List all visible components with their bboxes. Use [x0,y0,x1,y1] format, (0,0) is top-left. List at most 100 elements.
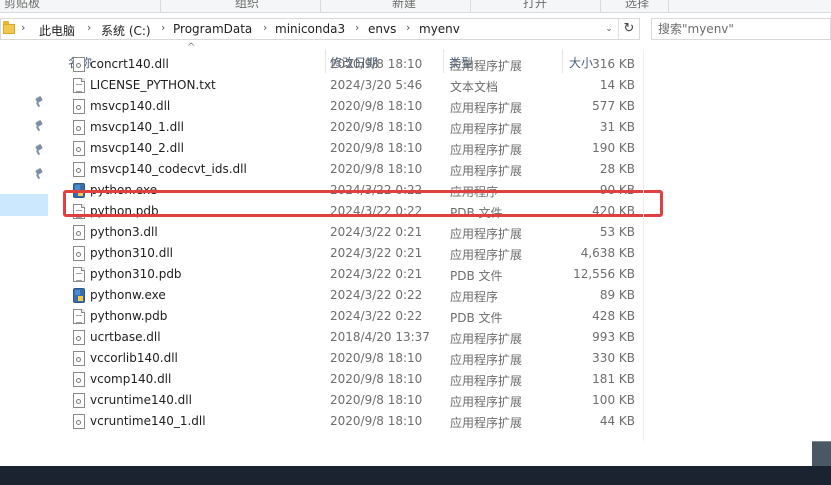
file-size: 89 KB [599,288,635,302]
chevron-right-icon[interactable]: › [406,21,410,34]
file-type: PDB 文件 [450,269,503,283]
file-row[interactable]: LICENSE_PYTHON.txt 2024/3/20 5:46 文本文档 14 K… [60,75,660,96]
file-row[interactable]: pythonw.exe 2024/3/22 0:22 应用程序 89 KB [60,285,660,306]
breadcrumb-programdata[interactable]: ProgramData [173,22,252,36]
file-row[interactable]: msvcp140_codecvt_ids.dll 2020/9/8 18:10 应用… [60,159,660,180]
chevron-right-icon[interactable]: › [161,21,165,34]
thumbnail-preview[interactable] [812,441,831,468]
file-date-modified: 2020/9/8 18:10 [330,372,423,386]
file-name: LICENSE_PYTHON.txt [90,78,216,92]
text-file-icon [73,78,85,93]
file-row[interactable]: pythonw.pdb 2024/3/22 0:22 PDB 文件 428 KB [60,306,660,327]
dll-icon [73,246,85,261]
file-icon [73,267,85,282]
chevron-right-icon[interactable]: › [263,21,267,34]
breadcrumb-envs[interactable]: envs [368,22,396,36]
file-row[interactable]: vcomp140.dll 2020/9/8 18:10 应用程序扩展 181 KB [60,369,660,390]
file-name: python.exe [90,183,158,197]
file-type: 应用程序扩展 [450,59,523,73]
file-date-modified: 2018/4/20 13:37 [330,330,430,344]
dll-icon [73,225,85,240]
file-name: python.pdb [90,204,159,218]
breadcrumb-this-pc[interactable]: 此电脑 [39,22,75,39]
navigation-pane[interactable] [0,49,48,441]
file-icon [73,309,85,324]
file-date-modified: 2020/9/8 18:10 [330,99,423,113]
file-row[interactable]: vcruntime140_1.dll 2020/9/8 18:10 应用程序扩展 44… [60,411,660,432]
ribbon-group-select: 选择 [625,0,650,10]
file-name: vcomp140.dll [90,372,172,386]
file-row[interactable]: vcruntime140.dll 2020/9/8 18:10 应用程序扩展 100 … [60,390,660,411]
file-name: msvcp140_2.dll [90,141,184,155]
file-name: python3.dll [90,225,158,239]
file-size: 12,556 KB [573,267,635,281]
file-size: 181 KB [592,372,635,386]
dll-icon [73,141,85,156]
search-box[interactable] [651,18,831,40]
file-type: PDB 文件 [450,206,503,220]
chevron-right-icon[interactable]: › [87,21,91,34]
chevron-down-icon[interactable]: ⌄ [601,19,617,39]
chevron-right-icon[interactable]: › [21,21,25,34]
file-size: 330 KB [592,351,635,365]
file-type: 应用程序扩展 [450,248,523,262]
breadcrumb-myenv[interactable]: myenv [419,22,460,36]
refresh-icon[interactable]: ↻ [618,19,639,39]
dll-icon [73,120,85,135]
python-exe-icon [73,183,85,198]
taskbar[interactable] [0,466,831,485]
file-date-modified: 2024/3/22 0:21 [330,246,423,260]
file-row[interactable]: msvcp140_2.dll 2020/9/8 18:10 应用程序扩展 190 KB [60,138,660,159]
search-input[interactable] [658,21,828,37]
file-icon [73,204,85,219]
file-name: python310.dll [90,246,173,260]
file-row[interactable]: concrt140.dll 2020/9/8 18:10 应用程序扩展 316 KB [60,54,660,75]
file-type: 应用程序扩展 [450,101,523,115]
file-size: 190 KB [592,141,635,155]
pin-icon [34,167,44,180]
nav-selected-item[interactable] [0,194,48,216]
python-exe-icon [73,288,85,303]
file-type: 应用程序扩展 [450,227,523,241]
breadcrumb-miniconda3[interactable]: miniconda3 [275,22,345,36]
file-row[interactable]: python310.pdb 2024/3/22 0:21 PDB 文件 12,556 … [60,264,660,285]
dll-icon [73,351,85,366]
file-size: 577 KB [592,99,635,113]
file-size: 993 KB [592,330,635,344]
file-name: pythonw.exe [90,288,166,302]
file-name: vcruntime140.dll [90,393,192,407]
file-date-modified: 2020/9/8 18:10 [330,414,423,428]
ribbon-group-clipboard: 剪贴板 [4,0,41,10]
file-row[interactable]: python.exe 2024/3/22 0:22 应用程序 90 KB [60,180,660,201]
pin-icon [34,119,44,132]
file-date-modified: 2024/3/22 0:21 [330,267,423,281]
address-bar[interactable]: › 此电脑 › 系统 (C:) › ProgramData › minicond… [0,18,640,40]
file-date-modified: 2024/3/22 0:21 [330,225,423,239]
file-date-modified: 2020/9/8 18:10 [330,351,423,365]
file-row[interactable]: python310.dll 2024/3/22 0:21 应用程序扩展 4,638 K… [60,243,660,264]
file-type: 应用程序扩展 [450,122,523,136]
file-row[interactable]: msvcp140_1.dll 2020/9/8 18:10 应用程序扩展 31 KB [60,117,660,138]
file-date-modified: 2020/9/8 18:10 [330,162,423,176]
file-type: 应用程序扩展 [450,353,523,367]
dll-icon [73,57,85,72]
file-type: 应用程序扩展 [450,143,523,157]
file-type: 应用程序 [450,290,499,304]
file-row[interactable]: python.pdb 2024/3/22 0:22 PDB 文件 420 KB [60,201,660,222]
file-size: 4,638 KB [580,246,635,260]
ribbon-group-organize: 组织 [235,0,260,10]
file-type: PDB 文件 [450,311,503,325]
chevron-right-icon[interactable]: › [355,21,359,34]
file-date-modified: 2020/9/8 18:10 [330,393,423,407]
file-row[interactable]: msvcp140.dll 2020/9/8 18:10 应用程序扩展 577 KB [60,96,660,117]
file-date-modified: 2020/9/8 18:10 [330,57,423,71]
file-date-modified: 2024/3/20 5:46 [330,78,423,92]
breadcrumb-system-drive[interactable]: 系统 (C:) [101,22,151,39]
dll-icon [73,162,85,177]
file-type: 应用程序扩展 [450,374,523,388]
file-date-modified: 2020/9/8 18:10 [330,141,423,155]
file-row[interactable]: vccorlib140.dll 2020/9/8 18:10 应用程序扩展 330 K… [60,348,660,369]
file-list[interactable]: concrt140.dll 2020/9/8 18:10 应用程序扩展 316 KB L… [60,57,660,445]
file-row[interactable]: ucrtbase.dll 2018/4/20 13:37 应用程序扩展 993 KB [60,327,660,348]
file-row[interactable]: python3.dll 2024/3/22 0:21 应用程序扩展 53 KB [60,222,660,243]
